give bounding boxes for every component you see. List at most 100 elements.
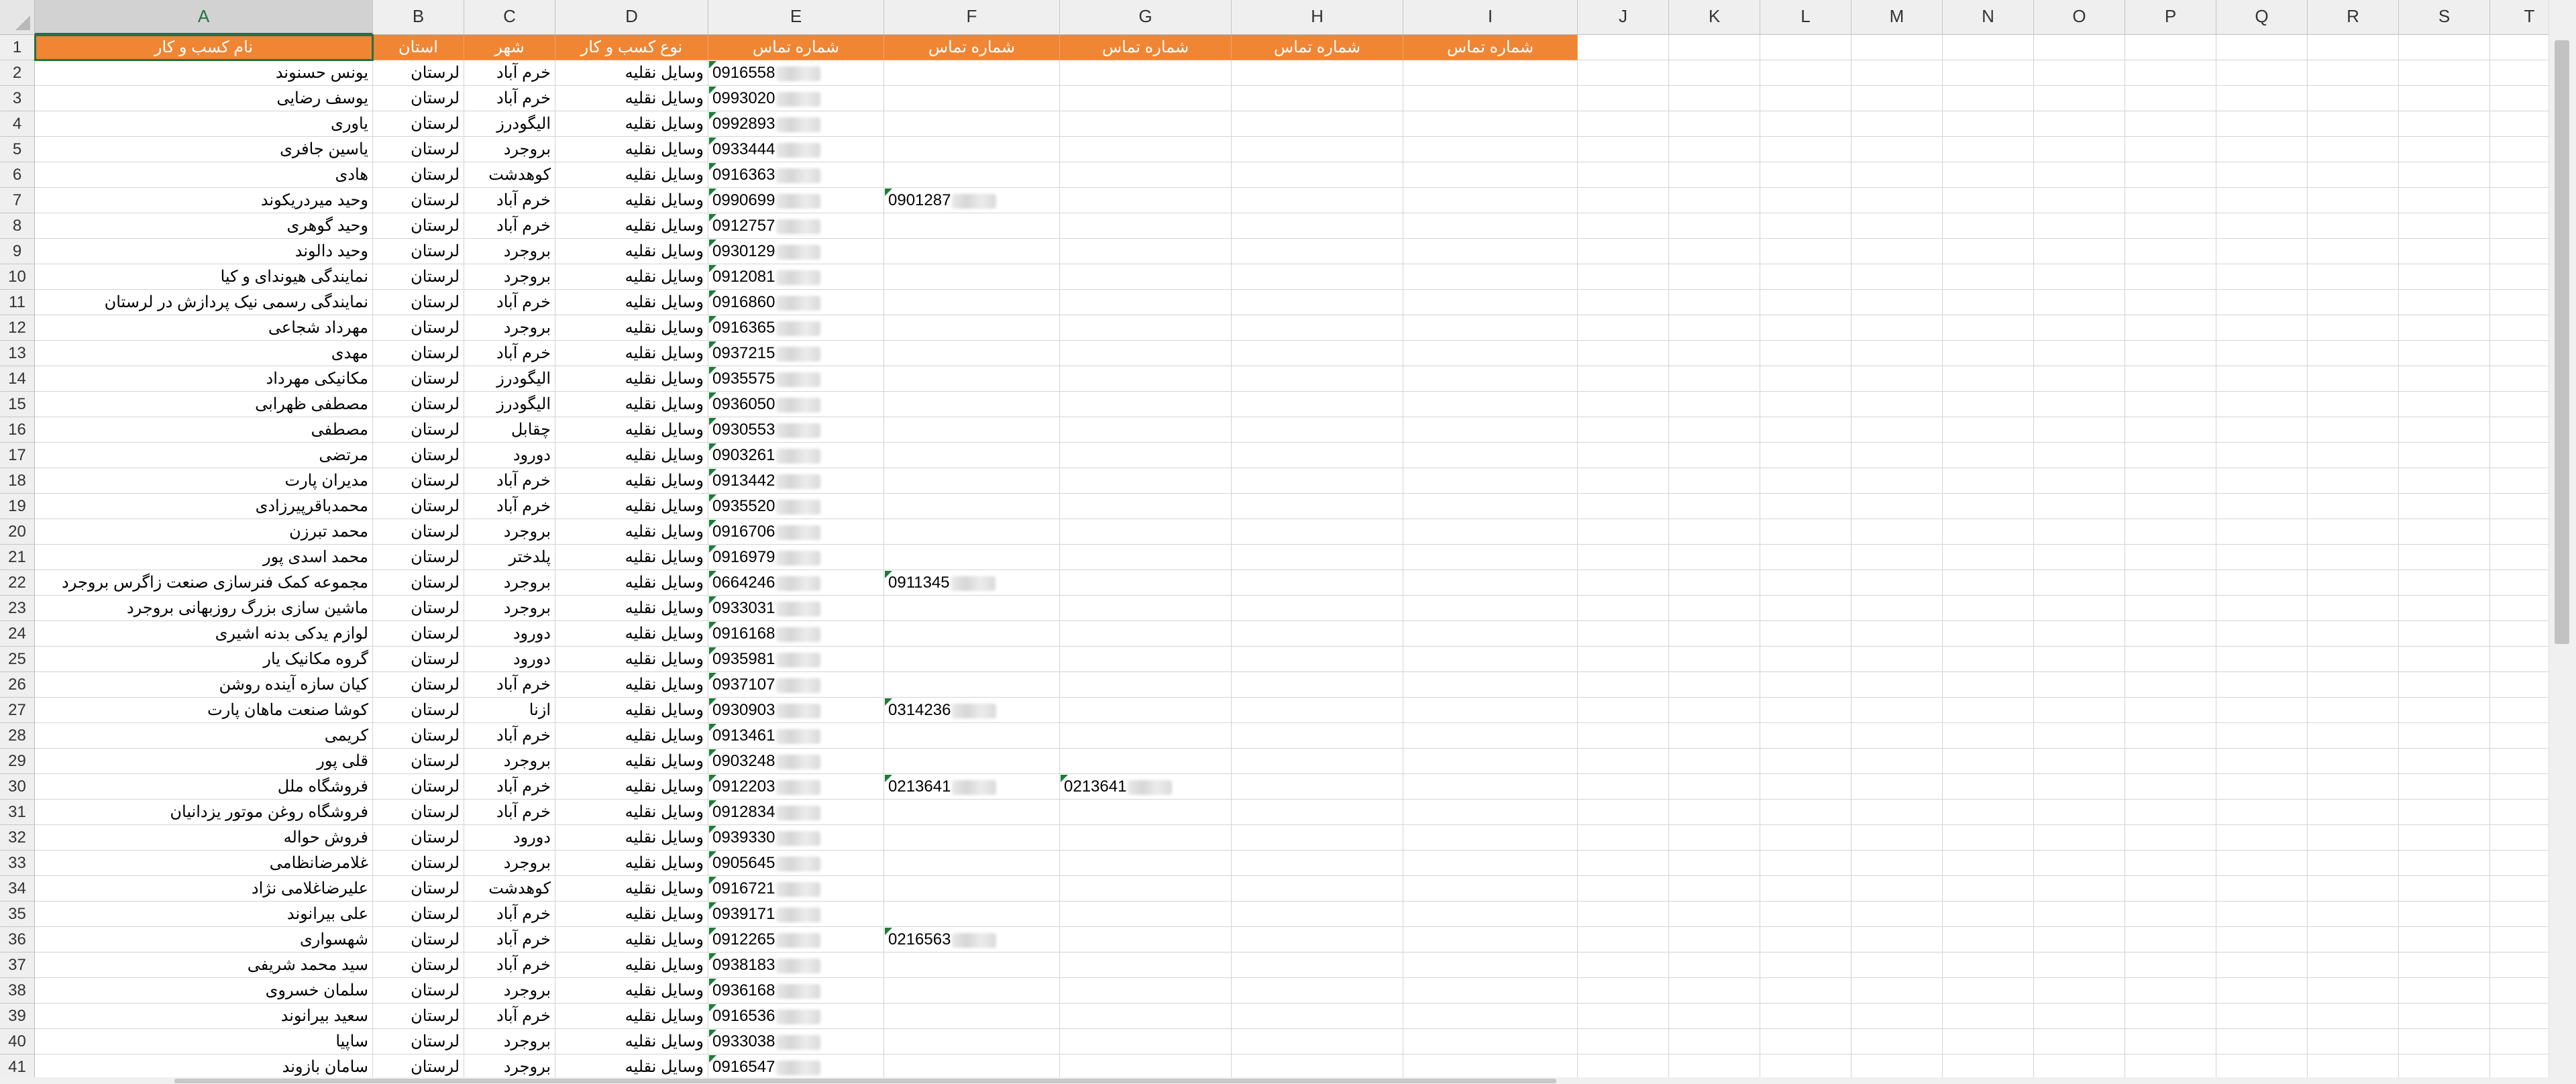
column-header-q[interactable]: Q bbox=[2216, 0, 2308, 35]
empty-cell[interactable] bbox=[1943, 417, 2034, 443]
empty-cell[interactable] bbox=[2308, 35, 2399, 60]
phone-cell[interactable]: 0916706 bbox=[708, 519, 884, 545]
province-cell[interactable]: لرستان bbox=[373, 800, 464, 825]
empty-cell[interactable] bbox=[1669, 468, 1760, 494]
phone-cell[interactable] bbox=[884, 647, 1060, 672]
business-type-cell[interactable]: وسایل نقلیه bbox=[555, 749, 708, 774]
empty-cell[interactable] bbox=[1943, 545, 2034, 570]
phone-cell[interactable] bbox=[884, 417, 1060, 443]
city-cell[interactable]: خرم آباد bbox=[464, 774, 555, 800]
empty-cell[interactable] bbox=[2216, 876, 2308, 902]
business-type-cell[interactable]: وسایل نقلیه bbox=[555, 800, 708, 825]
empty-cell[interactable] bbox=[1760, 570, 1851, 596]
empty-cell[interactable] bbox=[1403, 341, 1578, 366]
empty-cell[interactable] bbox=[1232, 239, 1403, 264]
empty-cell[interactable] bbox=[1943, 213, 2034, 239]
phone-cell[interactable]: 0213641 bbox=[884, 774, 1060, 800]
empty-cell[interactable] bbox=[1851, 672, 1943, 698]
empty-cell[interactable] bbox=[2308, 851, 2399, 876]
column-header-g[interactable]: G bbox=[1060, 0, 1232, 35]
empty-cell[interactable] bbox=[2399, 417, 2490, 443]
empty-cell[interactable] bbox=[1578, 468, 1669, 494]
empty-cell[interactable] bbox=[1851, 774, 1943, 800]
empty-cell[interactable] bbox=[1760, 1004, 1851, 1029]
phone-cell[interactable] bbox=[884, 519, 1060, 545]
empty-cell[interactable] bbox=[1851, 927, 1943, 953]
phone-cell[interactable]: 0936050 bbox=[708, 392, 884, 417]
phone-cell[interactable] bbox=[884, 825, 1060, 851]
business-type-cell[interactable]: وسایل نقلیه bbox=[555, 137, 708, 162]
empty-cell[interactable] bbox=[2399, 239, 2490, 264]
phone-cell[interactable] bbox=[1060, 927, 1232, 953]
business-name-cell[interactable]: مهرداد شجاعی bbox=[35, 315, 373, 341]
phone-cell[interactable] bbox=[884, 162, 1060, 188]
empty-cell[interactable] bbox=[1851, 570, 1943, 596]
empty-cell[interactable] bbox=[1578, 545, 1669, 570]
province-cell[interactable]: لرستان bbox=[373, 60, 464, 86]
empty-cell[interactable] bbox=[2125, 570, 2216, 596]
province-cell[interactable]: لرستان bbox=[373, 494, 464, 519]
empty-cell[interactable] bbox=[2034, 315, 2125, 341]
empty-cell[interactable] bbox=[2034, 647, 2125, 672]
empty-cell[interactable] bbox=[1403, 876, 1578, 902]
empty-cell[interactable] bbox=[1403, 978, 1578, 1004]
empty-cell[interactable] bbox=[1943, 647, 2034, 672]
vertical-scroll-thumb[interactable] bbox=[2555, 40, 2569, 644]
row-header[interactable]: 26 bbox=[0, 672, 35, 698]
empty-cell[interactable] bbox=[1232, 86, 1403, 111]
empty-cell[interactable] bbox=[2308, 570, 2399, 596]
empty-cell[interactable] bbox=[1669, 876, 1760, 902]
empty-cell[interactable] bbox=[2034, 392, 2125, 417]
empty-cell[interactable] bbox=[1851, 239, 1943, 264]
empty-cell[interactable] bbox=[1760, 698, 1851, 723]
empty-cell[interactable] bbox=[2216, 443, 2308, 468]
phone-cell[interactable] bbox=[1060, 468, 1232, 494]
empty-cell[interactable] bbox=[2034, 596, 2125, 621]
empty-cell[interactable] bbox=[1578, 953, 1669, 978]
empty-cell[interactable] bbox=[1232, 570, 1403, 596]
business-name-cell[interactable]: علی بیرانوند bbox=[35, 902, 373, 927]
empty-cell[interactable] bbox=[2308, 825, 2399, 851]
empty-cell[interactable] bbox=[2399, 1029, 2490, 1054]
phone-cell[interactable] bbox=[1060, 978, 1232, 1004]
empty-cell[interactable] bbox=[2216, 111, 2308, 137]
empty-cell[interactable] bbox=[1578, 137, 1669, 162]
business-name-cell[interactable]: مجموعه کمک فنرسازی صنعت زاگرس بروجرد bbox=[35, 570, 373, 596]
phone-cell[interactable]: 0916365 bbox=[708, 315, 884, 341]
empty-cell[interactable] bbox=[2034, 366, 2125, 392]
empty-cell[interactable] bbox=[2399, 672, 2490, 698]
empty-cell[interactable] bbox=[2308, 1054, 2399, 1080]
business-name-cell[interactable]: غلامرضانظامی bbox=[35, 851, 373, 876]
empty-cell[interactable] bbox=[1232, 927, 1403, 953]
empty-cell[interactable] bbox=[2308, 392, 2399, 417]
empty-cell[interactable] bbox=[2399, 825, 2490, 851]
empty-cell[interactable] bbox=[1851, 851, 1943, 876]
empty-cell[interactable] bbox=[1232, 315, 1403, 341]
empty-cell[interactable] bbox=[1760, 494, 1851, 519]
empty-cell[interactable] bbox=[1669, 927, 1760, 953]
empty-cell[interactable] bbox=[2308, 953, 2399, 978]
empty-cell[interactable] bbox=[1403, 1054, 1578, 1080]
empty-cell[interactable] bbox=[1403, 774, 1578, 800]
business-type-cell[interactable]: وسایل نقلیه bbox=[555, 341, 708, 366]
empty-cell[interactable] bbox=[2308, 545, 2399, 570]
phone-cell[interactable]: 0933031 bbox=[708, 596, 884, 621]
empty-cell[interactable] bbox=[2125, 239, 2216, 264]
phone-cell[interactable] bbox=[1060, 341, 1232, 366]
empty-cell[interactable] bbox=[2399, 978, 2490, 1004]
empty-cell[interactable] bbox=[2034, 111, 2125, 137]
row-header[interactable]: 8 bbox=[0, 213, 35, 239]
phone-cell[interactable] bbox=[884, 213, 1060, 239]
row-header[interactable]: 33 bbox=[0, 851, 35, 876]
empty-cell[interactable] bbox=[2399, 1004, 2490, 1029]
empty-cell[interactable] bbox=[1232, 953, 1403, 978]
empty-cell[interactable] bbox=[1760, 366, 1851, 392]
row-header[interactable]: 25 bbox=[0, 647, 35, 672]
city-cell[interactable]: بروجرد bbox=[464, 239, 555, 264]
empty-cell[interactable] bbox=[1669, 60, 1760, 86]
empty-cell[interactable] bbox=[1760, 672, 1851, 698]
business-name-cell[interactable]: فروشگاه ملل bbox=[35, 774, 373, 800]
header-cell-e[interactable]: شماره تماس bbox=[708, 35, 884, 60]
province-cell[interactable]: لرستان bbox=[373, 774, 464, 800]
business-type-cell[interactable]: وسایل نقلیه bbox=[555, 1054, 708, 1080]
